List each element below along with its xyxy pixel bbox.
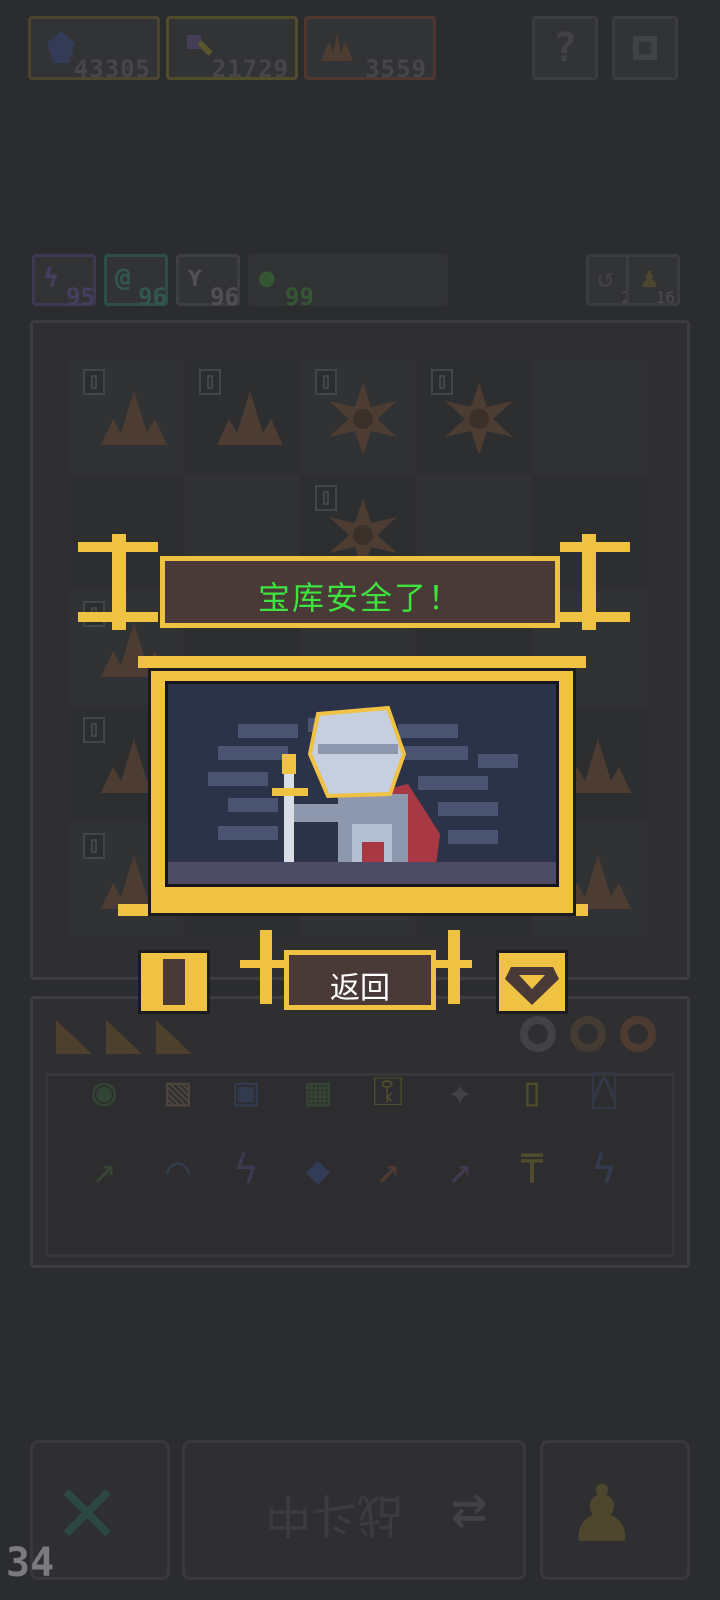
- pawn-button[interactable]: ♟ 16: [626, 254, 680, 307]
- tab-triangle-1[interactable]: [54, 1018, 94, 1056]
- lightning-icon: ϟ: [43, 263, 59, 293]
- back-ornament-left-post: [260, 930, 272, 1004]
- resource-mana-value: 43305: [73, 55, 151, 83]
- stat-potion: ● 99: [248, 254, 448, 311]
- pawn-action-button[interactable]: ♟: [540, 1440, 690, 1580]
- stat-lightning-value: 95: [66, 283, 95, 311]
- resource-leaf-value: 3559: [365, 55, 427, 83]
- turn-counter: 34: [6, 1540, 55, 1586]
- board-cell[interactable]: [301, 359, 415, 473]
- stat-wings: ⋎ 96: [176, 254, 240, 311]
- potion-icon: ●: [259, 263, 275, 293]
- resource-leaf: 3559: [304, 16, 436, 83]
- knight-scene: [165, 681, 559, 887]
- help-button-label: ?: [552, 25, 578, 71]
- slime-icon[interactable]: ◉: [76, 1064, 132, 1120]
- back-ornament-right-post: [448, 930, 460, 1004]
- wings-icon: ⋎: [187, 263, 203, 293]
- leaf-icon: [321, 33, 353, 61]
- feather-icon[interactable]: ϟ: [218, 1142, 274, 1198]
- battle-button-label: 战斗中: [265, 1488, 403, 1542]
- arrow-purple-icon[interactable]: ↗: [432, 1142, 488, 1198]
- modal-title: 宝库安全了！: [257, 579, 462, 617]
- scene-floor: [168, 862, 556, 884]
- stat-lightning: ϟ 95: [32, 254, 96, 311]
- resource-key-value: 21729: [211, 55, 289, 83]
- shuriken-icon[interactable]: ✦: [432, 1064, 488, 1120]
- leaf-icon: [217, 391, 283, 445]
- board-cell[interactable]: [417, 359, 531, 473]
- stat-spiral-value: 96: [138, 283, 167, 311]
- frame-top-trim: [138, 656, 586, 668]
- stat-wings-value: 96: [210, 283, 239, 311]
- stat-potion-value: 99: [285, 283, 314, 311]
- undo-icon: ↺: [597, 261, 614, 294]
- water-drop-icon[interactable]: ◆: [290, 1142, 346, 1198]
- spiral-icon: @: [115, 263, 131, 293]
- pawn-count: 16: [655, 288, 675, 307]
- flower-icon: [445, 383, 513, 455]
- ring-icon[interactable]: [520, 1016, 556, 1052]
- resource-mana: 43305: [28, 16, 160, 83]
- modal-title-bar: 宝库安全了！: [160, 556, 560, 628]
- battle-button[interactable]: 战斗中 ⇄: [182, 1440, 526, 1580]
- arrow-red-icon[interactable]: ↗: [360, 1142, 416, 1198]
- gem-button[interactable]: [496, 950, 568, 1014]
- tab-triangle-3[interactable]: [154, 1018, 194, 1056]
- title-ornament-left-lower: [78, 612, 158, 622]
- boot-icon[interactable]: ⌒: [150, 1142, 206, 1198]
- settings-button[interactable]: [612, 16, 678, 80]
- back-button[interactable]: 返回: [284, 950, 436, 1010]
- gear-icon: [633, 36, 657, 60]
- board-cell[interactable]: [533, 359, 647, 473]
- resource-key: 21729: [166, 16, 298, 83]
- potion-jar-icon[interactable]: ▯: [504, 1064, 560, 1120]
- tab-triangle-2[interactable]: [104, 1018, 144, 1056]
- scroll-icon[interactable]: ▧: [150, 1064, 206, 1120]
- info-button[interactable]: [138, 950, 210, 1014]
- arrow-icon[interactable]: ↗: [76, 1142, 132, 1198]
- back-button-label: 返回: [330, 971, 390, 1006]
- close-icon: ✕: [57, 1449, 118, 1566]
- help-button[interactable]: ?: [532, 16, 598, 80]
- knight-illustration: [208, 705, 518, 870]
- book-icon[interactable]: ▦: [290, 1064, 346, 1120]
- ring-icon[interactable]: [620, 1016, 656, 1052]
- leaf-icon: [101, 391, 167, 445]
- wing-blue-icon[interactable]: ϟ: [576, 1142, 632, 1198]
- gem-icon: [505, 967, 559, 1005]
- ring-icon[interactable]: [570, 1016, 606, 1052]
- knight-picture-frame: [148, 668, 576, 916]
- keyhole-icon: [163, 959, 185, 1005]
- pawn-large-icon: ♟: [573, 1452, 631, 1564]
- chest-icon[interactable]: ▣: [218, 1064, 274, 1120]
- magic-key-icon[interactable]: ⚿: [360, 1064, 416, 1120]
- key-t-icon[interactable]: ₸: [504, 1142, 560, 1198]
- title-ornament-right-lower: [560, 612, 630, 622]
- swap-icon: ⇄: [451, 1473, 488, 1543]
- stat-spiral: @ 96: [104, 254, 168, 311]
- bell-icon[interactable]: ⍓: [576, 1064, 632, 1120]
- board-cell[interactable]: [185, 359, 299, 473]
- flower-icon: [329, 383, 397, 455]
- board-cell[interactable]: [69, 359, 183, 473]
